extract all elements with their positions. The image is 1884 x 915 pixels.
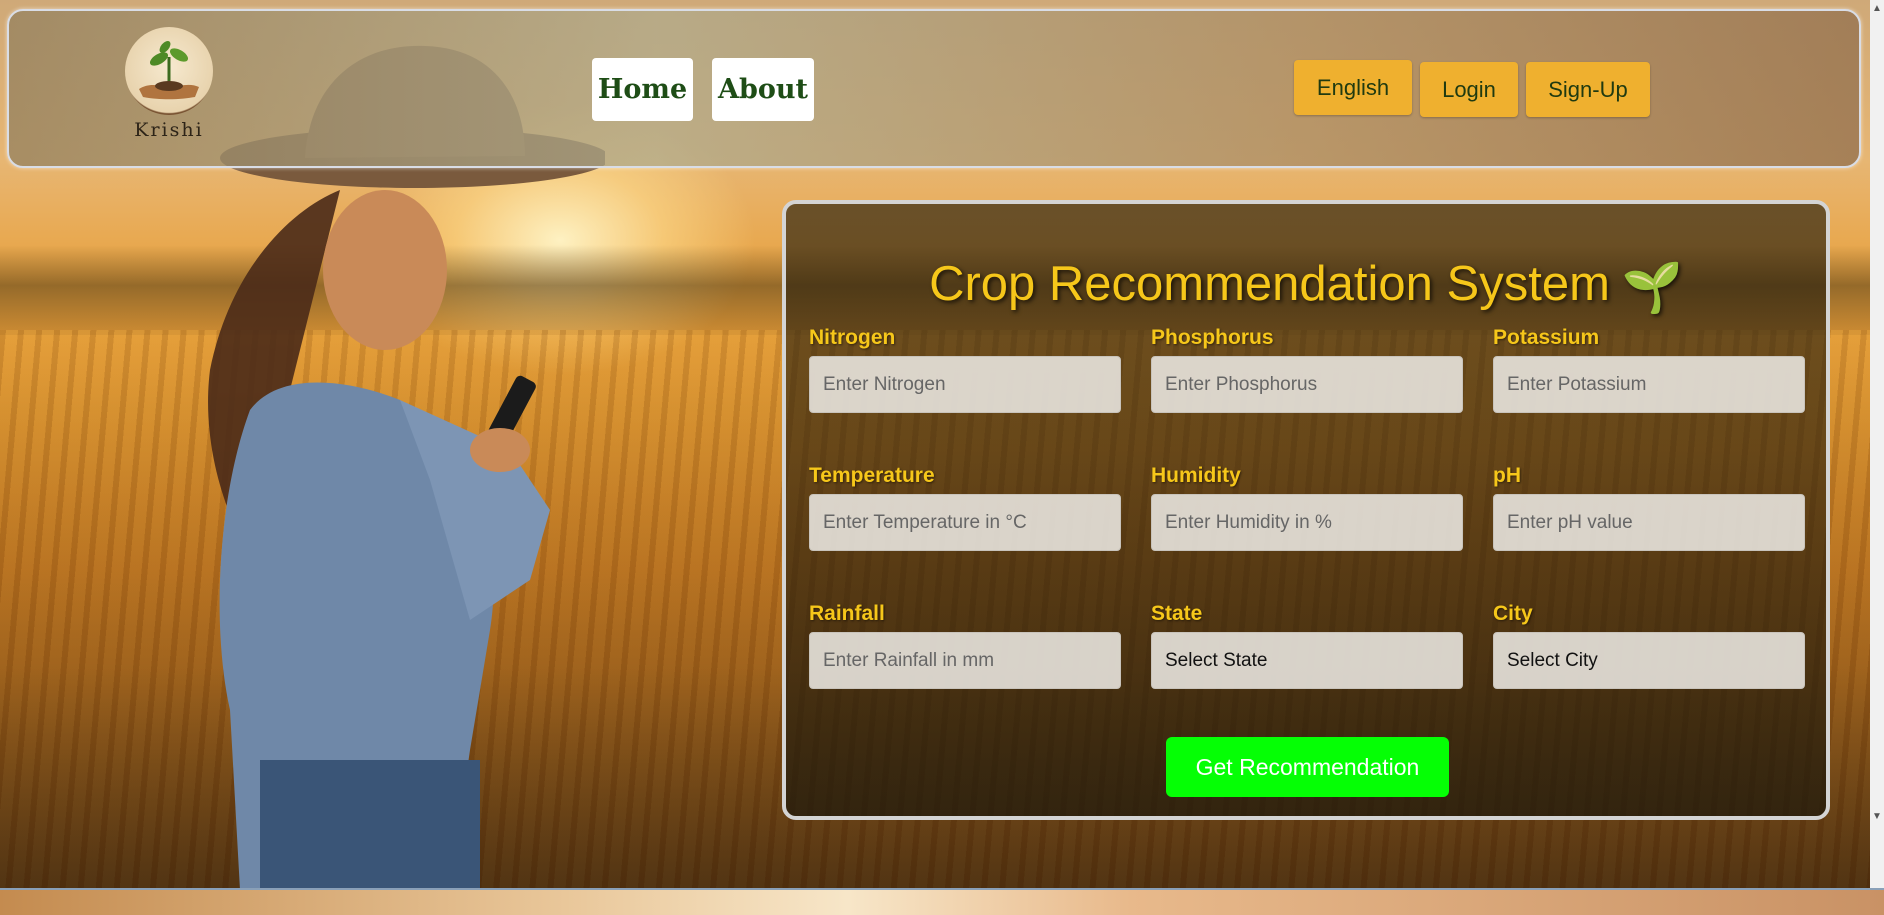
farmer-woman-image xyxy=(208,190,550,888)
potassium-field-group: Potassium xyxy=(1493,326,1805,413)
crop-recommendation-form: Crop Recommendation System🌱 Nitrogen Pho… xyxy=(782,200,1830,820)
rainfall-input[interactable] xyxy=(809,632,1121,689)
temperature-field-group: Temperature xyxy=(809,464,1121,551)
nitrogen-field-group: Nitrogen xyxy=(809,326,1121,413)
humidity-label: Humidity xyxy=(1151,464,1241,487)
temperature-label: Temperature xyxy=(809,464,935,487)
login-button[interactable]: Login xyxy=(1420,62,1518,117)
state-select[interactable]: Select State xyxy=(1151,632,1463,689)
phosphorus-label: Phosphorus xyxy=(1151,326,1274,349)
state-label: State xyxy=(1151,602,1203,625)
ph-field-group: pH xyxy=(1493,464,1805,551)
rainfall-label: Rainfall xyxy=(809,602,885,625)
state-field-group: State Select State xyxy=(1151,602,1463,689)
brand-name: Krishi xyxy=(134,119,204,141)
nav-about-link[interactable]: About xyxy=(712,58,814,121)
phosphorus-field-group: Phosphorus xyxy=(1151,326,1463,413)
page-bottom-strip xyxy=(0,888,1884,915)
humidity-input[interactable] xyxy=(1151,494,1463,551)
scroll-up-arrow-icon[interactable]: ▲ xyxy=(1871,2,1883,16)
rainfall-field-group: Rainfall xyxy=(809,602,1121,689)
hands-with-sprout-icon xyxy=(125,27,213,115)
site-header: Krishi Home About English Login Sign-Up xyxy=(7,9,1861,168)
city-label: City xyxy=(1493,602,1533,625)
vertical-scrollbar[interactable]: ▲ ▼ xyxy=(1870,0,1884,888)
signup-button[interactable]: Sign-Up xyxy=(1526,62,1650,117)
ph-input[interactable] xyxy=(1493,494,1805,551)
form-title-text: Crop Recommendation System xyxy=(929,257,1610,311)
sprout-icon: 🌱 xyxy=(1621,260,1683,315)
scroll-down-arrow-icon[interactable]: ▼ xyxy=(1871,810,1883,824)
potassium-label: Potassium xyxy=(1493,326,1600,349)
temperature-input[interactable] xyxy=(809,494,1121,551)
get-recommendation-button[interactable]: Get Recommendation xyxy=(1166,737,1449,797)
form-title: Crop Recommendation System 🌱 xyxy=(786,256,1826,316)
scroll-thumb[interactable] xyxy=(1872,18,1882,798)
city-field-group: City Select City xyxy=(1493,602,1805,689)
nav-home-link[interactable]: Home xyxy=(592,58,693,121)
phosphorus-input[interactable] xyxy=(1151,356,1463,413)
city-select[interactable]: Select City xyxy=(1493,632,1805,689)
potassium-input[interactable] xyxy=(1493,356,1805,413)
humidity-field-group: Humidity xyxy=(1151,464,1463,551)
nitrogen-input[interactable] xyxy=(809,356,1121,413)
ph-label: pH xyxy=(1493,464,1521,487)
language-select-button[interactable]: English xyxy=(1294,60,1412,115)
brand-logo[interactable]: Krishi xyxy=(119,27,219,141)
city-select-value: Select City xyxy=(1507,649,1598,671)
nitrogen-label: Nitrogen xyxy=(809,326,896,349)
state-select-value: Select State xyxy=(1165,649,1268,671)
